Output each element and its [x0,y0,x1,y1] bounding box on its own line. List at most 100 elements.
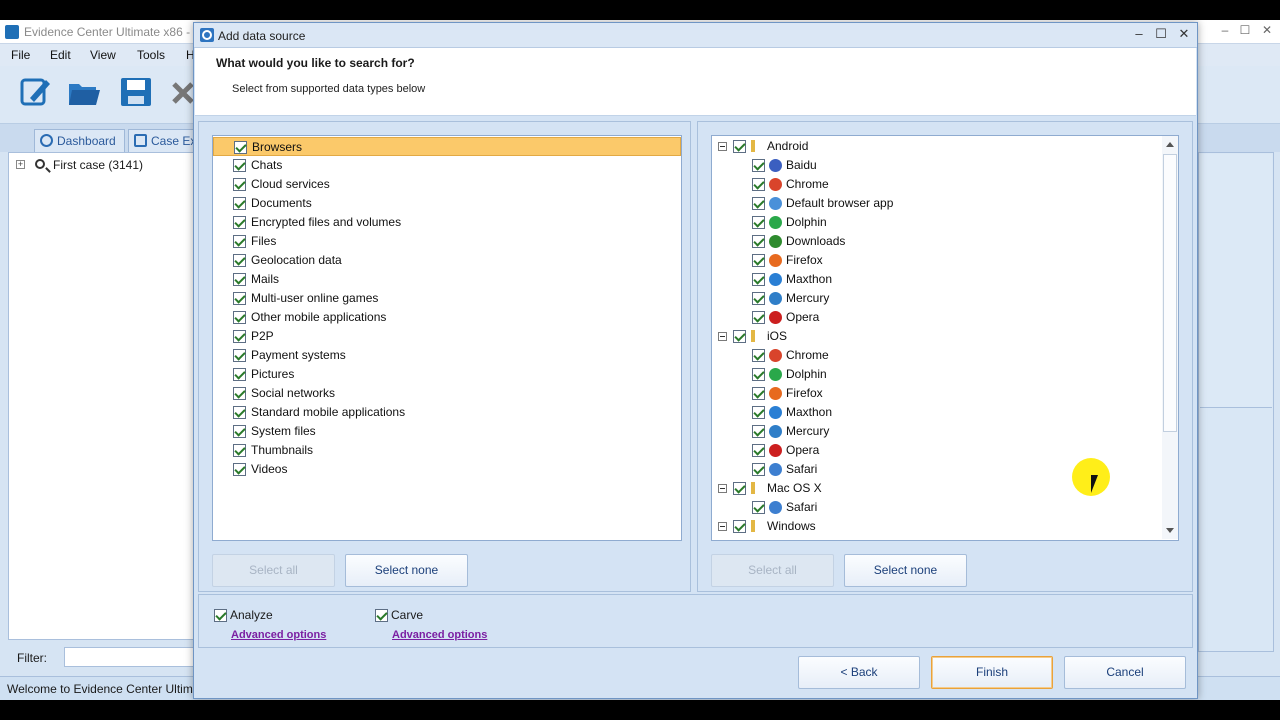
tree-item[interactable]: Safari [712,498,1160,517]
data-type-item[interactable]: Chats [213,156,681,175]
tree-item[interactable]: Opera [712,308,1160,327]
tree-item[interactable]: Dolphin [712,365,1160,384]
collapse-toggle[interactable] [718,332,727,341]
tree-item[interactable]: Mercury [712,289,1160,308]
data-type-item[interactable]: Encrypted files and volumes [213,213,681,232]
item-checkbox[interactable] [752,216,765,229]
data-type-checkbox[interactable] [233,425,246,438]
menu-edit[interactable]: Edit [50,48,71,62]
item-checkbox[interactable] [752,425,765,438]
dialog-close-button[interactable]: ✕ [1174,26,1194,44]
tree-item[interactable]: Maxthon [712,270,1160,289]
item-checkbox[interactable] [752,159,765,172]
data-type-checkbox[interactable] [233,311,246,324]
item-checkbox[interactable] [752,197,765,210]
tree-item[interactable]: Dolphin [712,213,1160,232]
tree-item[interactable]: Firefox [712,384,1160,403]
item-checkbox[interactable] [752,501,765,514]
data-type-checkbox[interactable] [233,235,246,248]
tree-item[interactable]: Maxthon [712,403,1160,422]
tree-item[interactable]: Default browser app [712,194,1160,213]
item-checkbox[interactable] [752,406,765,419]
tree-group-windows[interactable]: Windows [712,517,1160,536]
app-minimize-button[interactable]: – [1214,23,1236,39]
finish-button[interactable]: Finish [931,656,1053,689]
tree-item[interactable]: Chrome [712,346,1160,365]
data-type-item[interactable]: Cloud services [213,175,681,194]
data-type-checkbox[interactable] [233,463,246,476]
tree-item-first-case[interactable]: First case (3141) [53,158,143,172]
menu-view[interactable]: View [90,48,116,62]
scroll-thumb[interactable] [1163,154,1177,432]
collapse-toggle[interactable] [718,142,727,151]
item-checkbox[interactable] [752,368,765,381]
group-checkbox[interactable] [733,482,746,495]
item-checkbox[interactable] [752,387,765,400]
item-checkbox[interactable] [752,273,765,286]
tree-item[interactable]: Firefox [712,251,1160,270]
item-checkbox[interactable] [752,349,765,362]
carve-checkbox[interactable] [375,609,388,622]
data-type-checkbox[interactable] [233,178,246,191]
cancel-button[interactable]: Cancel [1064,656,1186,689]
item-checkbox[interactable] [752,463,765,476]
group-checkbox[interactable] [733,520,746,533]
data-type-item[interactable]: Thumbnails [213,441,681,460]
data-type-item[interactable]: P2P [213,327,681,346]
data-type-checkbox[interactable] [233,330,246,343]
collapse-toggle[interactable] [718,522,727,531]
expand-toggle[interactable]: + [16,160,25,169]
item-checkbox[interactable] [752,444,765,457]
carve-advanced-options-link[interactable]: Advanced options [392,629,487,641]
dialog-minimize-button[interactable]: – [1129,26,1149,44]
app-maximize-button[interactable]: ☐ [1234,23,1256,39]
analyze-advanced-options-link[interactable]: Advanced options [231,629,326,641]
select-all-left-button[interactable]: Select all [212,554,335,587]
tab-case-explorer[interactable]: Case Exp [128,129,198,152]
data-type-item[interactable]: Videos [213,460,681,479]
data-type-item[interactable]: Pictures [213,365,681,384]
data-type-checkbox[interactable] [233,254,246,267]
new-case-button[interactable] [16,74,52,110]
analyze-checkbox[interactable] [214,609,227,622]
item-checkbox[interactable] [752,235,765,248]
data-type-checkbox[interactable] [233,292,246,305]
data-type-checkbox[interactable] [233,406,246,419]
collapse-toggle[interactable] [718,484,727,493]
tree-group-android[interactable]: Android [712,137,1160,156]
tree-group-ios[interactable]: iOS [712,327,1160,346]
filter-input[interactable] [64,647,194,667]
tab-dashboard[interactable]: Dashboard [34,129,125,152]
data-type-item[interactable]: Multi-user online games [213,289,681,308]
item-checkbox[interactable] [752,178,765,191]
item-checkbox[interactable] [752,311,765,324]
data-type-item[interactable]: Documents [213,194,681,213]
app-close-button[interactable]: ✕ [1256,23,1278,39]
data-type-checkbox[interactable] [233,444,246,457]
back-button[interactable]: < Back [798,656,920,689]
data-type-item[interactable]: Social networks [213,384,681,403]
scroll-up-arrow[interactable] [1166,142,1174,147]
tree-item[interactable]: Downloads [712,232,1160,251]
data-type-checkbox[interactable] [234,141,247,154]
tree-scrollbar[interactable] [1162,136,1178,539]
data-type-checkbox[interactable] [233,197,246,210]
item-checkbox[interactable] [752,254,765,267]
menu-file[interactable]: File [11,48,30,62]
data-type-item[interactable]: Standard mobile applications [213,403,681,422]
tree-item[interactable]: Chrome [712,175,1160,194]
group-checkbox[interactable] [733,140,746,153]
data-type-checkbox[interactable] [233,349,246,362]
tree-item[interactable]: Mercury [712,422,1160,441]
select-none-left-button[interactable]: Select none [345,554,468,587]
open-case-button[interactable] [66,74,102,110]
item-checkbox[interactable] [752,292,765,305]
data-type-item[interactable]: Browsers [213,137,681,156]
save-case-button[interactable] [118,74,154,110]
data-type-item[interactable]: Mails [213,270,681,289]
data-type-item[interactable]: Other mobile applications [213,308,681,327]
scroll-down-arrow[interactable] [1166,528,1174,533]
select-all-right-button[interactable]: Select all [711,554,834,587]
tree-item[interactable]: Baidu [712,156,1160,175]
data-type-checkbox[interactable] [233,368,246,381]
